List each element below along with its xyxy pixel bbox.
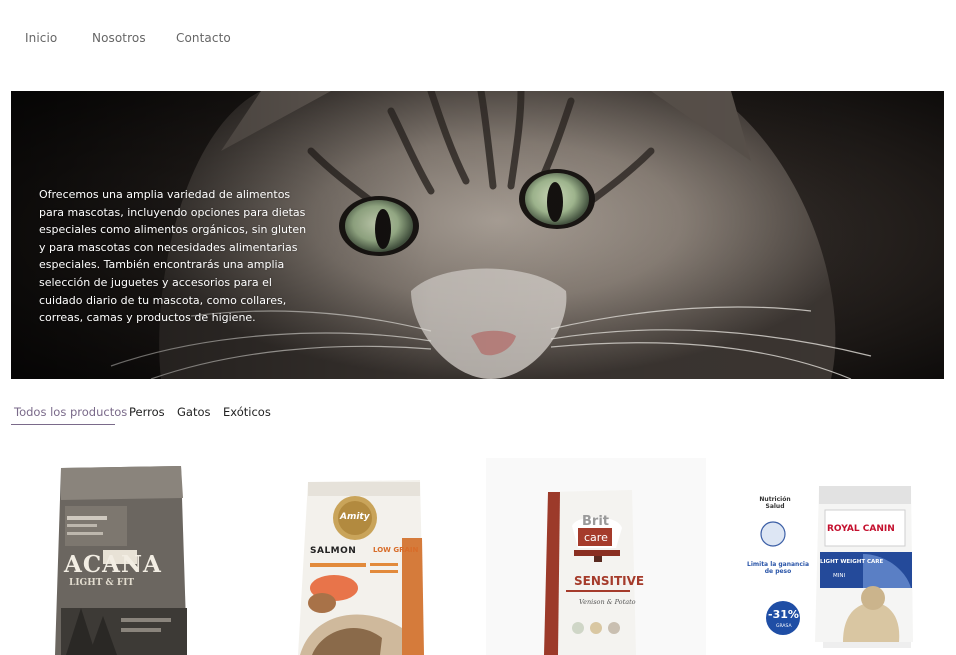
royal-canin-line: LIGHT WEIGHT CARE: [820, 559, 884, 565]
nav-link-nosotros[interactable]: Nosotros: [92, 31, 146, 45]
nav-link-contacto[interactable]: Contacto: [176, 31, 231, 45]
royal-canin-size: MINI: [833, 573, 846, 579]
hero-description: Ofrecemos una amplia variedad de aliment…: [39, 188, 307, 325]
product-card-royal-canin[interactable]: ROYAL CANIN LIGHT WEIGHT CARE MINI Nutri…: [723, 458, 943, 655]
amity-brand: Amity: [340, 512, 370, 522]
nav-link-inicio[interactable]: Inicio: [25, 31, 57, 45]
hero-banner: Ofrecemos una amplia variedad de aliment…: [11, 91, 944, 379]
brit-line: SENSITIVE: [574, 574, 645, 588]
amity-flavor: SALMON: [310, 546, 357, 556]
tab-gatos[interactable]: Gatos: [177, 405, 211, 419]
tab-perros[interactable]: Perros: [129, 405, 165, 419]
royal-canin-badge: -31%: [768, 608, 799, 621]
royal-canin-brand: ROYAL CANIN: [827, 524, 895, 534]
brit-care-label: care: [584, 531, 608, 544]
acana-line: LIGHT & FIT: [69, 578, 135, 588]
tab-todos-los-productos[interactable]: Todos los productos: [14, 405, 127, 419]
brit-brand: Brit: [582, 514, 609, 529]
tab-exoticos[interactable]: Exóticos: [223, 405, 271, 419]
brit-care-bag-image: [544, 490, 636, 655]
product-card-acana[interactable]: ACANA LIGHT & FIT: [11, 458, 231, 655]
royal-canin-side-mid: Limita la ganancia de peso: [747, 561, 809, 575]
brit-sub: Venison & Potato: [579, 598, 636, 606]
top-navigation: Inicio Nosotros Contacto: [0, 0, 956, 90]
amity-bag-image: [298, 480, 424, 655]
royal-canin-side-top: Nutrición Salud: [759, 496, 791, 510]
active-tab-indicator: [11, 424, 115, 425]
amity-low-grain: LOW GRAIN: [373, 546, 419, 554]
product-card-brit-care[interactable]: Brit care SENSITIVE Venison & Potato: [486, 458, 706, 655]
product-card-amity[interactable]: Amity SALMON LOW GRAIN: [252, 458, 472, 655]
acana-brand: ACANA: [64, 551, 162, 578]
royal-canin-bag-image: [760, 486, 913, 648]
royal-canin-badge-sub: GRASA: [776, 624, 792, 629]
